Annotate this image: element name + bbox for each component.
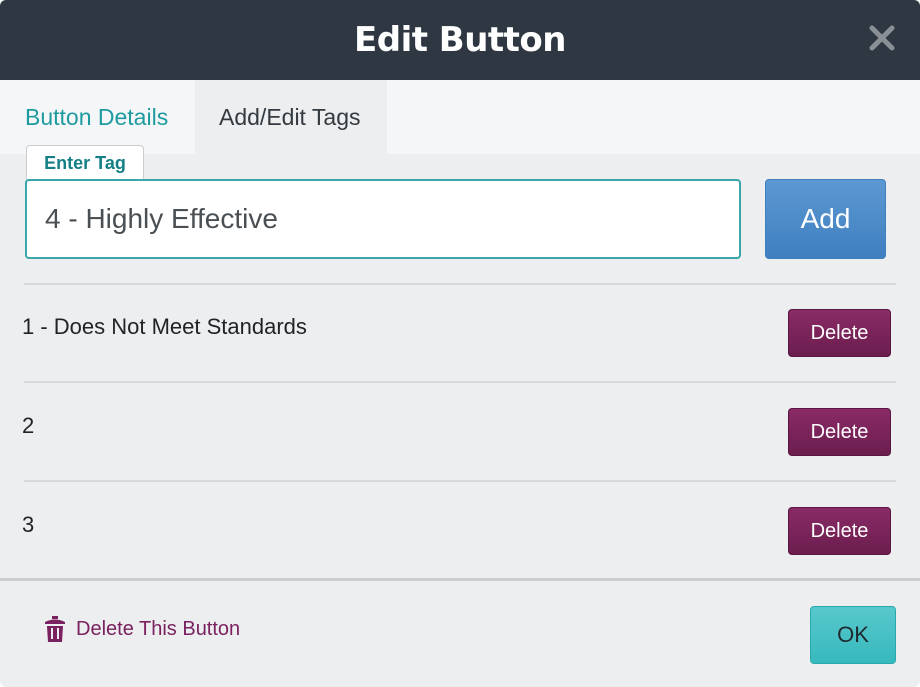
- tag-text: 2: [22, 413, 35, 438]
- tag-text: 3: [22, 512, 35, 537]
- delete-tag-button[interactable]: Delete: [788, 507, 891, 555]
- tab-label: Button Details: [25, 103, 169, 130]
- edit-button-dialog: Edit Button Button Details Add/Edit Tags…: [0, 0, 920, 687]
- add-tag-button[interactable]: Add: [765, 179, 886, 259]
- delete-this-button-label: Delete This Button: [76, 617, 241, 640]
- close-icon[interactable]: [868, 24, 896, 52]
- delete-this-button[interactable]: Delete This Button: [44, 616, 240, 642]
- tab-bar: Button Details Add/Edit Tags: [0, 80, 920, 154]
- enter-tag-label: Enter Tag: [26, 145, 144, 181]
- ok-button[interactable]: OK: [810, 606, 896, 664]
- tag-row: 3 Delete: [22, 482, 894, 580]
- tag-row: 2 Delete: [22, 383, 894, 481]
- footer-divider: [0, 578, 920, 581]
- delete-tag-button[interactable]: Delete: [788, 309, 891, 357]
- dialog-header: Edit Button: [0, 0, 920, 80]
- tag-input[interactable]: [25, 179, 741, 259]
- tab-add-edit-tags[interactable]: Add/Edit Tags: [195, 80, 387, 154]
- tab-label: Add/Edit Tags: [219, 103, 361, 130]
- trash-icon: [45, 616, 65, 642]
- tag-text: 1 - Does Not Meet Standards: [22, 314, 307, 339]
- tag-row: 1 - Does Not Meet Standards Delete: [22, 284, 894, 382]
- delete-tag-button[interactable]: Delete: [788, 408, 891, 456]
- dialog-title: Edit Button: [354, 20, 567, 60]
- tab-button-details[interactable]: Button Details: [0, 80, 195, 154]
